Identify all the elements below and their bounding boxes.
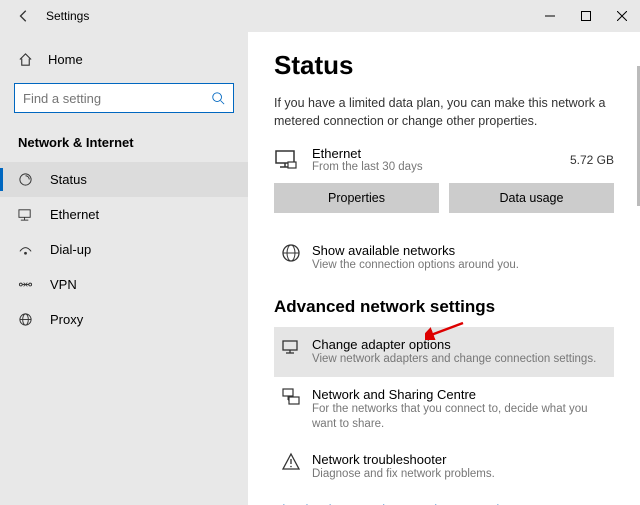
ethernet-monitor-icon [274, 148, 302, 172]
sharing-icon [280, 387, 302, 407]
main-pane: Status If you have a limited data plan, … [248, 32, 640, 505]
option-title: Network troubleshooter [312, 452, 495, 467]
dialup-icon [18, 242, 36, 257]
change-adapter-row[interactable]: Change adapter options View network adap… [274, 327, 614, 377]
maximize-button[interactable] [568, 0, 604, 32]
option-title: Show available networks [312, 243, 519, 258]
option-sub: For the networks that you connect to, de… [312, 402, 608, 432]
option-sub: View network adapters and change connect… [312, 352, 596, 367]
page-description: If you have a limited data plan, you can… [274, 95, 614, 130]
sidebar-home-label: Home [48, 52, 83, 67]
search-box[interactable] [14, 83, 234, 113]
ethernet-name: Ethernet [312, 146, 570, 161]
ethernet-size: 5.72 GB [570, 153, 614, 167]
warning-icon [280, 452, 302, 472]
status-icon [18, 172, 36, 187]
ethernet-sub: From the last 30 days [312, 161, 570, 173]
sidebar: Home Network & Internet Status Ethernet … [0, 32, 248, 505]
troubleshooter-row[interactable]: Network troubleshooter Diagnose and fix … [274, 442, 614, 492]
close-button[interactable] [604, 0, 640, 32]
option-title: Network and Sharing Centre [312, 387, 608, 402]
page-title: Status [274, 50, 614, 81]
option-title: Change adapter options [312, 337, 596, 352]
option-sub: Diagnose and fix network problems. [312, 467, 495, 482]
nav-status[interactable]: Status [0, 162, 248, 197]
ethernet-summary: Ethernet From the last 30 days 5.72 GB [274, 146, 614, 173]
home-icon [18, 52, 36, 67]
ethernet-icon [18, 207, 36, 222]
nav-dialup[interactable]: Dial-up [0, 232, 248, 267]
search-icon [211, 91, 225, 105]
vpn-icon [18, 277, 36, 292]
sharing-centre-row[interactable]: Network and Sharing Centre For the netwo… [274, 377, 614, 442]
sidebar-home[interactable]: Home [0, 44, 248, 75]
nav-proxy[interactable]: Proxy [0, 302, 248, 337]
sidebar-heading: Network & Internet [0, 127, 248, 162]
adapter-icon [280, 337, 302, 357]
data-usage-button[interactable]: Data usage [449, 183, 614, 213]
nav-item-label: Dial-up [50, 242, 91, 257]
back-button[interactable] [8, 9, 40, 23]
minimize-button[interactable] [532, 0, 568, 32]
nav-vpn[interactable]: VPN [0, 267, 248, 302]
nav-item-label: Status [50, 172, 87, 187]
nav-item-label: Ethernet [50, 207, 99, 222]
show-networks-row[interactable]: Show available networks View the connect… [274, 233, 614, 283]
proxy-icon [18, 312, 36, 327]
nav-item-label: VPN [50, 277, 77, 292]
titlebar: Settings [0, 0, 640, 32]
window-title: Settings [46, 9, 89, 23]
globe-icon [280, 243, 302, 263]
option-sub: View the connection options around you. [312, 258, 519, 273]
nav-item-label: Proxy [50, 312, 83, 327]
search-input[interactable] [23, 91, 211, 106]
advanced-heading: Advanced network settings [274, 297, 614, 317]
properties-button[interactable]: Properties [274, 183, 439, 213]
nav-ethernet[interactable]: Ethernet [0, 197, 248, 232]
